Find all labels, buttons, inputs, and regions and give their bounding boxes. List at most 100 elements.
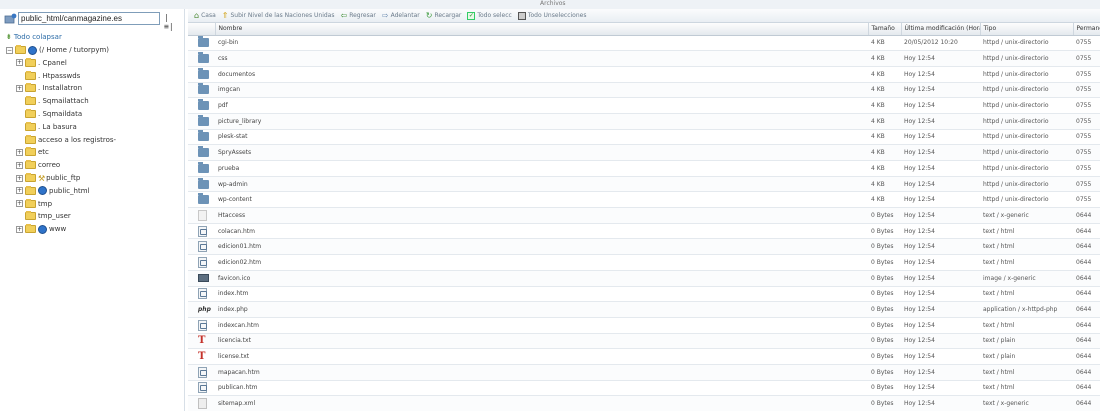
file-name[interactable]: favicon.ico — [215, 270, 868, 287]
file-row[interactable]: mapacan.htm 0 Bytes Hoy 12:54 text / html 06… — [188, 364, 1100, 381]
collapse-all-link[interactable]: ⇟ Todo colapsar — [6, 33, 62, 41]
file-icon-cell[interactable] — [188, 82, 215, 99]
forward-button[interactable]: ⇨ Adelantar — [382, 11, 420, 20]
file-row[interactable]: pdf 4 KB Hoy 12:54 httpd / unix-directorio 0… — [188, 97, 1100, 114]
file-name[interactable]: plesk-stat — [215, 129, 868, 146]
column-type-header[interactable]: Tipo — [980, 23, 1074, 36]
file-icon-cell[interactable] — [188, 144, 215, 161]
file-icon-cell[interactable] — [188, 395, 215, 411]
file-icon-cell[interactable] — [188, 97, 215, 114]
expand-toggle-icon[interactable]: + — [16, 200, 23, 208]
file-name[interactable]: edicion02.htm — [215, 254, 868, 271]
file-icon-cell[interactable] — [188, 364, 215, 381]
select-all-button[interactable]: ✓ Todo selecc — [467, 11, 512, 20]
tree-item[interactable]: + www — [16, 223, 66, 235]
unselect-all-button[interactable]: Todo Unselecciones — [517, 11, 586, 20]
file-row[interactable]: index.htm 0 Bytes Hoy 12:54 text / html 0644 — [188, 286, 1100, 303]
file-icon-cell[interactable] — [188, 35, 215, 52]
file-icon-cell[interactable]: T — [188, 333, 215, 350]
file-row[interactable]: favicon.ico 0 Bytes Hoy 12:54 image / x-gen… — [188, 270, 1100, 287]
tree-item[interactable]: − (/ Home / tutorpym) — [6, 44, 109, 56]
file-name[interactable]: sitemap.xml — [215, 395, 868, 411]
file-icon-cell[interactable] — [188, 191, 215, 209]
tree-item[interactable]: + correo — [16, 159, 60, 171]
file-icon-cell[interactable] — [188, 113, 215, 130]
expand-toggle-icon[interactable]: + — [16, 187, 23, 195]
column-modified-header[interactable]: Última modificación (Hora — [901, 23, 981, 36]
up-level-button[interactable]: ⇑ Subir Nivel de las Naciones Unidas — [222, 11, 335, 20]
file-name[interactable]: licencia.txt — [215, 333, 868, 350]
file-icon-cell[interactable]: T — [188, 348, 215, 365]
file-row[interactable]: publican.htm 0 Bytes Hoy 12:54 text / html 0… — [188, 380, 1100, 397]
file-row[interactable]: plesk-stat 4 KB Hoy 12:54 httpd / unix-dire… — [188, 129, 1100, 146]
tree-item[interactable]: acceso a los registros- — [16, 134, 116, 146]
file-icon-cell[interactable] — [188, 207, 215, 224]
expand-toggle-icon[interactable]: + — [16, 84, 23, 92]
reload-button[interactable]: ↻ Recargar — [426, 11, 462, 20]
file-name[interactable]: index.php — [215, 301, 868, 318]
file-name[interactable]: edicion01.htm — [215, 238, 868, 256]
expand-toggle-icon[interactable]: + — [16, 59, 23, 67]
go-button[interactable]: |≡| — [164, 13, 174, 31]
file-name[interactable]: css — [215, 50, 868, 67]
file-name[interactable]: indexcan.htm — [215, 317, 868, 334]
file-icon-cell[interactable] — [188, 223, 215, 240]
file-row[interactable]: css 4 KB Hoy 12:54 httpd / unix-directorio 0… — [188, 50, 1100, 67]
file-name[interactable]: prueba — [215, 160, 868, 177]
expand-toggle-icon[interactable]: + — [16, 174, 23, 182]
file-icon-cell[interactable] — [188, 238, 215, 256]
home-button[interactable]: ⌂ Casa — [194, 11, 216, 20]
file-row[interactable]: php index.php 0 Bytes Hoy 12:54 application … — [188, 301, 1100, 318]
file-name[interactable]: index.htm — [215, 286, 868, 303]
file-row[interactable]: edicion01.htm 0 Bytes Hoy 12:54 text / html… — [188, 238, 1100, 256]
file-row[interactable]: wp-admin 4 KB Hoy 12:54 httpd / unix-direct… — [188, 176, 1100, 193]
file-name[interactable]: cgi-bin — [215, 35, 868, 52]
file-row[interactable]: imgcan 4 KB Hoy 12:54 httpd / unix-director… — [188, 82, 1100, 99]
collapse-toggle-icon[interactable]: − — [6, 46, 13, 54]
file-row[interactable]: Htaccess 0 Bytes Hoy 12:54 text / x-generic… — [188, 207, 1100, 224]
tree-item[interactable]: + public_html — [16, 185, 90, 197]
file-name[interactable]: license.txt — [215, 348, 868, 365]
column-perms-header[interactable]: Permane — [1073, 23, 1100, 36]
file-row[interactable]: Tlicencia.txt 0 Bytes Hoy 12:54 text / plai… — [188, 333, 1100, 350]
file-icon-cell[interactable] — [188, 66, 215, 83]
tree-item[interactable]: . Sqmaildata — [16, 108, 82, 120]
file-icon-cell[interactable]: php — [188, 301, 215, 318]
file-name[interactable]: pdf — [215, 97, 868, 114]
file-row[interactable]: wp-content 4 KB Hoy 12:54 httpd / unix-dire… — [188, 191, 1100, 209]
tree-item[interactable]: + etc — [16, 146, 49, 158]
file-row[interactable]: documentos 4 KB Hoy 12:54 httpd / unix-dire… — [188, 66, 1100, 83]
file-name[interactable]: wp-content — [215, 191, 868, 209]
file-name[interactable]: documentos — [215, 66, 868, 83]
file-name[interactable]: mapacan.htm — [215, 364, 868, 381]
file-icon-cell[interactable] — [188, 176, 215, 193]
path-input[interactable] — [18, 12, 160, 25]
expand-toggle-icon[interactable]: + — [16, 225, 23, 233]
tree-item[interactable]: . Sqmailattach — [16, 95, 89, 107]
file-row[interactable]: SpryAssets 4 KB Hoy 12:54 httpd / unix-dire… — [188, 144, 1100, 161]
file-row[interactable]: sitemap.xml 0 Bytes Hoy 12:54 text / x-gene… — [188, 395, 1100, 411]
expand-toggle-icon[interactable]: + — [16, 161, 23, 169]
expand-toggle-icon[interactable]: + — [16, 148, 23, 156]
tree-item[interactable]: + . Installatron — [16, 82, 82, 94]
file-icon-cell[interactable] — [188, 50, 215, 67]
file-icon-cell[interactable] — [188, 129, 215, 146]
file-icon-cell[interactable] — [188, 286, 215, 303]
tree-item[interactable]: + tmp — [16, 198, 52, 210]
column-size-header[interactable]: Tamaño — [868, 23, 902, 36]
file-row[interactable]: colacan.htm 0 Bytes Hoy 12:54 text / html 06… — [188, 223, 1100, 240]
file-icon-cell[interactable] — [188, 380, 215, 397]
tree-item[interactable]: . La basura — [16, 121, 77, 133]
file-icon-cell[interactable] — [188, 254, 215, 271]
file-icon-cell[interactable] — [188, 160, 215, 177]
tree-item[interactable]: tmp_user — [16, 210, 71, 222]
file-name[interactable]: colacan.htm — [215, 223, 868, 240]
tree-item[interactable]: . Htpasswds — [16, 70, 80, 82]
tree-item[interactable]: + ⚒ public_ftp — [16, 172, 80, 184]
file-name[interactable]: Htaccess — [215, 207, 868, 224]
file-row[interactable]: picture_library 4 KB Hoy 12:54 httpd / unix… — [188, 113, 1100, 130]
file-name[interactable]: publican.htm — [215, 380, 868, 397]
tree-item[interactable]: + . Cpanel — [16, 57, 67, 69]
file-row[interactable]: prueba 4 KB Hoy 12:54 httpd / unix-director… — [188, 160, 1100, 177]
file-row[interactable]: indexcan.htm 0 Bytes Hoy 12:54 text / html 0… — [188, 317, 1100, 334]
